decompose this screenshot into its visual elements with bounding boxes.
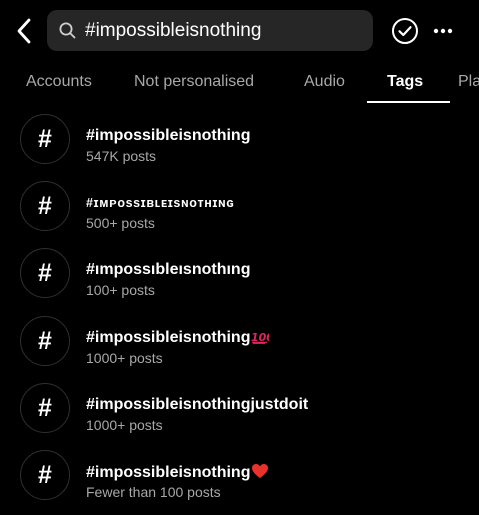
hashtag-icon: # (20, 383, 70, 433)
tag-name: #ɪᴍᴘᴏssɪʙʟᴇɪsɴᴏᴛʜɪɴɢ (86, 196, 235, 210)
post-count: 1000+ posts (86, 417, 163, 433)
hashtag-icon: # (20, 114, 70, 164)
hashtag-icon: # (20, 181, 70, 231)
tab-tags[interactable]: Tags (387, 62, 423, 102)
heart-icon (252, 464, 269, 478)
search-icon (58, 22, 76, 40)
tag-name-text: #impossibleisnothing (86, 329, 251, 346)
tab-not-personalised[interactable]: Not personalised (134, 62, 254, 102)
tag-name: #impossibleisnothing (86, 127, 251, 144)
check-button[interactable] (391, 17, 419, 45)
search-bar[interactable] (47, 10, 373, 51)
hundred-points-icon: 100 (251, 331, 269, 344)
list-item[interactable]: # #impossibleisnothingjustdoit 1000+ pos… (0, 381, 479, 448)
top-bar (0, 0, 479, 62)
back-button[interactable] (10, 14, 38, 48)
tag-name: #impossibleisnothing❤️ (86, 463, 269, 482)
list-item[interactable]: # #impossibleisnothing💯 100 1000+ posts (0, 314, 479, 381)
hashtag-icon: # (20, 450, 70, 500)
check-circle-icon (392, 18, 418, 44)
post-count: 1000+ posts (86, 350, 163, 366)
list-item[interactable]: # #ımpossıbleısnothıng 100+ posts (0, 246, 479, 313)
tab-accounts[interactable]: Accounts (26, 62, 92, 102)
tab-audio[interactable]: Audio (304, 62, 345, 102)
hashtag-icon: # (20, 248, 70, 298)
active-tab-indicator (367, 101, 450, 103)
tag-name: #impossibleisnothing💯 100 (86, 329, 269, 347)
post-count: 547K posts (86, 148, 157, 164)
list-item[interactable]: # #impossibleisnothing❤️ Fewer than 100 … (0, 448, 479, 515)
chevron-left-icon (17, 18, 31, 44)
tab-places[interactable]: Pla (458, 62, 479, 102)
hashtag-icon: # (20, 316, 70, 366)
search-input[interactable] (85, 19, 355, 42)
list-item[interactable]: # #ɪᴍᴘᴏssɪʙʟᴇɪsɴᴏᴛʜɪɴɢ 500+ posts (0, 179, 479, 246)
tag-name-text: #impossibleisnothing (86, 464, 251, 481)
post-count: 100+ posts (86, 282, 155, 298)
more-options-button[interactable] (432, 22, 454, 40)
post-count: Fewer than 100 posts (86, 484, 221, 500)
tag-name: #impossibleisnothingjustdoit (86, 396, 309, 413)
tab-bar: Accounts Not personalised Audio Tags Pla (0, 62, 479, 104)
more-horizontal-icon (433, 28, 453, 34)
list-item[interactable]: # #impossibleisnothing 547K posts (0, 112, 479, 179)
tag-name: #ımpossıbleısnothıng (86, 261, 251, 278)
post-count: 500+ posts (86, 215, 155, 231)
